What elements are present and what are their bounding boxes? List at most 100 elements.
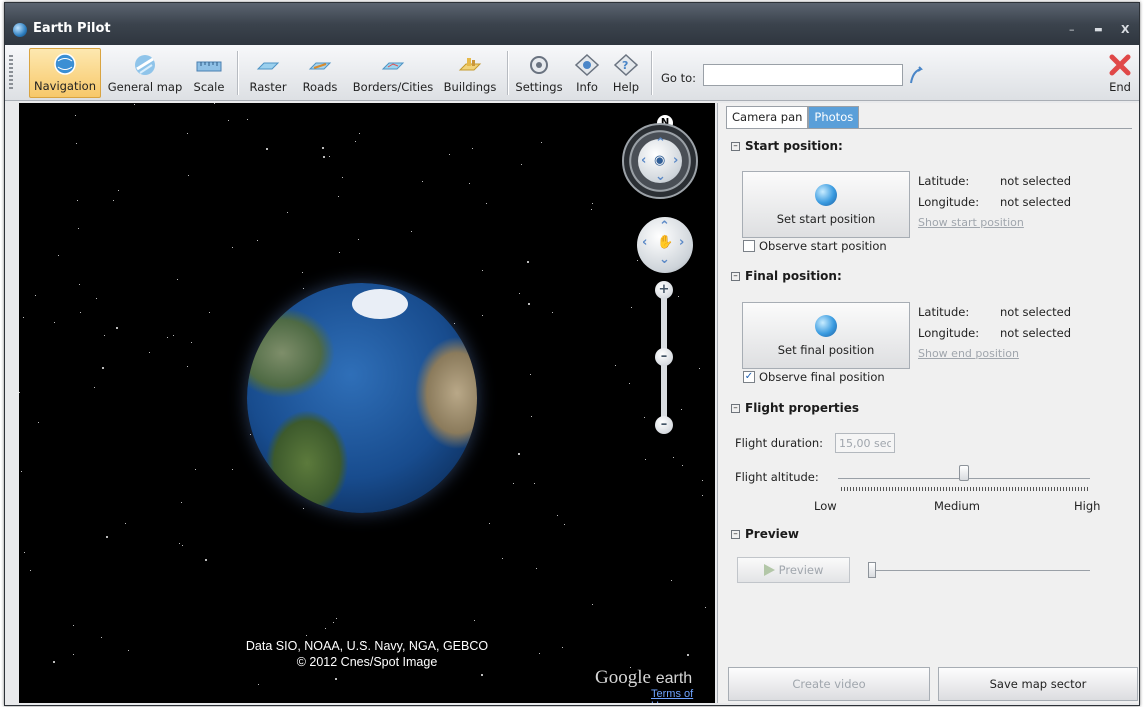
star bbox=[179, 543, 180, 544]
chevron-down-icon[interactable]: ⌄ bbox=[659, 252, 670, 267]
globe-map-view[interactable]: N ⌃ ⌄ ‹ › ◉ ⌃ ⌄ ‹ › ✋ + – – Data SIO, NO… bbox=[19, 103, 715, 703]
collapse-icon[interactable]: – bbox=[731, 141, 740, 151]
create-video-button[interactable]: Create video bbox=[728, 667, 930, 701]
arrow-go-icon bbox=[910, 66, 923, 84]
observe-final-checkbox[interactable]: ✓ Observe final position bbox=[743, 370, 885, 384]
settings-icon bbox=[530, 56, 548, 74]
roads-button[interactable]: Roads bbox=[297, 48, 343, 98]
google-earth-logo: Google earth bbox=[595, 667, 692, 689]
close-button[interactable]: X bbox=[1121, 23, 1129, 36]
terms-of-use-link[interactable]: Terms of Use bbox=[651, 688, 715, 703]
star bbox=[173, 335, 174, 336]
pan-control[interactable]: ⌃ ⌄ ‹ › ✋ bbox=[637, 217, 693, 273]
flight-duration-spinner[interactable] bbox=[835, 433, 895, 453]
tab-divider bbox=[726, 128, 1132, 129]
settings-label: Settings bbox=[515, 80, 563, 94]
star bbox=[531, 416, 532, 417]
raster-button[interactable]: Raster bbox=[243, 48, 293, 98]
star bbox=[592, 604, 593, 605]
preview-slider-thumb[interactable] bbox=[868, 562, 876, 578]
scale-label: Scale bbox=[193, 80, 225, 94]
toolbar-grip[interactable] bbox=[9, 55, 13, 91]
set-start-position-button[interactable]: Set start position bbox=[742, 171, 910, 238]
star bbox=[359, 133, 360, 134]
zoom-in-button[interactable]: + bbox=[655, 281, 673, 299]
set-final-position-button[interactable]: Set final position bbox=[742, 302, 910, 369]
goto-input[interactable] bbox=[703, 64, 903, 86]
chevron-left-icon[interactable]: ‹ bbox=[641, 153, 646, 168]
observe-start-checkbox[interactable]: Observe start position bbox=[743, 239, 887, 253]
earth-logo-text: earth bbox=[655, 670, 693, 687]
navigation-button[interactable]: Navigation bbox=[29, 48, 101, 98]
earth-globe[interactable] bbox=[247, 283, 477, 513]
preview-slider-track[interactable] bbox=[868, 570, 1090, 571]
start-position-header[interactable]: – Start position: bbox=[731, 139, 843, 153]
settings-button[interactable]: Settings bbox=[513, 48, 565, 98]
star bbox=[94, 387, 95, 388]
star bbox=[454, 323, 455, 324]
star bbox=[303, 288, 304, 289]
checkbox-box[interactable] bbox=[743, 240, 755, 252]
info-button[interactable]: Info bbox=[571, 48, 603, 98]
buildings-button[interactable]: Buildings bbox=[441, 48, 499, 98]
chevron-right-icon[interactable]: › bbox=[673, 153, 678, 168]
preview-button[interactable]: Preview bbox=[737, 557, 850, 583]
svg-text:?: ? bbox=[622, 59, 628, 72]
star bbox=[474, 620, 475, 621]
flight-properties-title: Flight properties bbox=[745, 401, 859, 415]
flight-properties-header[interactable]: – Flight properties bbox=[731, 401, 859, 415]
scale-button[interactable]: Scale bbox=[189, 48, 229, 98]
zoom-out-button[interactable]: – bbox=[655, 416, 673, 434]
general-map-button[interactable]: General map bbox=[107, 48, 183, 98]
end-button[interactable]: End bbox=[1103, 48, 1137, 98]
goto-search-button[interactable] bbox=[909, 65, 923, 85]
minimize-button[interactable]: – bbox=[1069, 23, 1075, 36]
show-start-position-link[interactable]: Show start position bbox=[918, 216, 1024, 229]
close-x-icon bbox=[1109, 54, 1131, 76]
star bbox=[449, 154, 450, 155]
navigation-globe-icon bbox=[54, 53, 76, 75]
chevron-right-icon[interactable]: › bbox=[679, 235, 684, 250]
help-label: Help bbox=[612, 80, 640, 94]
final-latitude-label: Latitude: bbox=[918, 305, 970, 319]
star bbox=[214, 103, 215, 104]
star bbox=[486, 203, 487, 204]
zoom-slider-thumb[interactable]: – bbox=[655, 348, 673, 366]
tab-camera-pan[interactable]: Camera pan bbox=[726, 106, 809, 128]
chevron-down-icon[interactable]: ⌄ bbox=[655, 169, 666, 184]
start-position-title: Start position: bbox=[745, 139, 843, 153]
chevron-up-icon[interactable]: ⌃ bbox=[659, 219, 670, 234]
look-control[interactable]: ⌃ ⌄ ‹ › ◉ bbox=[622, 123, 698, 199]
star bbox=[116, 327, 118, 329]
star bbox=[539, 653, 540, 654]
borders-cities-button[interactable]: Borders/Cities bbox=[349, 48, 437, 98]
star bbox=[303, 508, 304, 509]
preview-header[interactable]: – Preview bbox=[731, 527, 799, 541]
final-position-header[interactable]: – Final position: bbox=[731, 269, 842, 283]
hand-icon: ✋ bbox=[657, 235, 674, 250]
star bbox=[336, 618, 337, 619]
star bbox=[552, 312, 553, 313]
collapse-icon[interactable]: – bbox=[731, 403, 740, 413]
info-icon bbox=[574, 53, 600, 77]
star bbox=[699, 368, 700, 369]
save-map-sector-button[interactable]: Save map sector bbox=[938, 667, 1138, 701]
star bbox=[536, 568, 537, 569]
raster-icon bbox=[256, 62, 280, 70]
collapse-icon[interactable]: – bbox=[731, 529, 740, 539]
altitude-slider-thumb[interactable] bbox=[959, 465, 969, 481]
chevron-up-icon[interactable]: ⌃ bbox=[655, 136, 666, 151]
star bbox=[149, 352, 150, 353]
chevron-left-icon[interactable]: ‹ bbox=[642, 235, 647, 250]
help-button[interactable]: ? Help bbox=[609, 48, 643, 98]
collapse-icon[interactable]: – bbox=[731, 271, 740, 281]
star bbox=[257, 240, 258, 241]
maximize-button[interactable]: ▬ bbox=[1094, 25, 1103, 35]
altitude-low-label: Low bbox=[814, 499, 837, 513]
show-end-position-link[interactable]: Show end position bbox=[918, 347, 1019, 360]
star bbox=[519, 293, 520, 294]
checkmark-icon[interactable]: ✓ bbox=[743, 371, 755, 383]
title-bar[interactable]: Earth Pilot – ▬ X bbox=[5, 3, 1139, 45]
panel-tabs: Camera pan Photos bbox=[726, 106, 860, 128]
tab-photos[interactable]: Photos bbox=[808, 106, 860, 128]
